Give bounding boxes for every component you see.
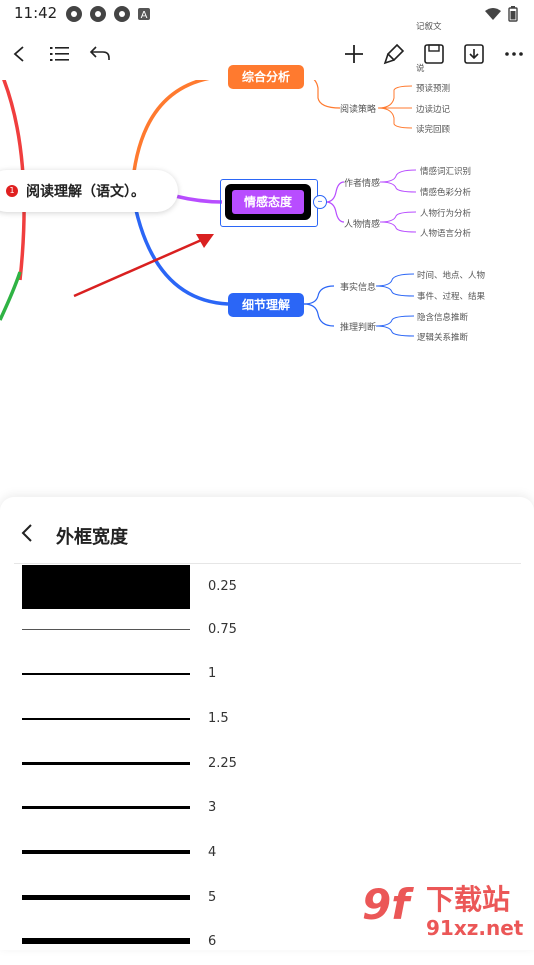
branch-node-comprehensive[interactable]: 综合分析 <box>228 65 304 89</box>
leaf-label[interactable]: 情感词汇识别 <box>420 165 471 177</box>
app-notification-icon <box>66 6 82 22</box>
width-preview <box>22 850 190 854</box>
site-watermark: 9f 下载站 91xz.net <box>360 876 530 946</box>
width-option[interactable]: 1.5 <box>0 698 534 742</box>
width-option[interactable]: 0.25 <box>0 563 534 609</box>
width-preview <box>22 895 190 900</box>
width-preview <box>22 762 190 765</box>
leaf-label[interactable]: 读完回顾 <box>416 123 450 135</box>
subnode-label[interactable]: 阅读策略 <box>340 102 376 115</box>
width-preview <box>22 673 190 675</box>
width-label: 2.25 <box>208 756 237 771</box>
outline-list-icon[interactable] <box>44 38 76 70</box>
leaf-label[interactable]: 隐含信息推断 <box>417 311 468 323</box>
sheet-title: 外框宽度 <box>56 527 128 548</box>
width-preview <box>22 718 190 720</box>
app-notification-icon <box>90 6 106 22</box>
leaf-label[interactable]: 记叙文 <box>416 20 442 32</box>
sheet-back-icon[interactable] <box>16 521 40 545</box>
branch-curve-green <box>0 271 22 321</box>
width-label: 0.25 <box>208 579 237 594</box>
leaf-label[interactable]: 情感色彩分析 <box>420 186 471 198</box>
width-label: 3 <box>208 800 217 815</box>
battery-icon <box>508 6 518 22</box>
width-preview <box>22 629 190 630</box>
status-notification-icons: A <box>66 6 150 22</box>
sheet-header: 外框宽度 <box>0 497 534 563</box>
status-right <box>484 6 518 22</box>
more-icon[interactable] <box>498 38 530 70</box>
root-label: 阅读理解（语文）。 <box>26 184 145 200</box>
subnode-label[interactable]: 推理判断 <box>340 320 376 333</box>
back-icon[interactable] <box>4 38 36 70</box>
width-preview-selected <box>22 565 190 609</box>
subnode-label[interactable]: 事实信息 <box>340 280 376 293</box>
status-time: 11:42 <box>14 4 58 22</box>
width-label: 6 <box>208 934 217 949</box>
leaf-label[interactable]: 事件、过程、结果 <box>417 290 485 302</box>
width-label: 5 <box>208 890 217 905</box>
watermark-title: 下载站 <box>426 883 511 916</box>
pointer-arrow <box>73 236 207 298</box>
wifi-icon <box>485 8 501 20</box>
leaf-label[interactable]: 逻辑关系推断 <box>417 331 468 343</box>
paint-brush-icon[interactable] <box>378 38 410 70</box>
leaf-label[interactable]: 边读边记 <box>416 103 450 115</box>
width-label: 1 <box>208 666 217 681</box>
width-option[interactable]: 1 <box>0 653 534 697</box>
root-node[interactable]: 1 阅读理解（语文）。 <box>0 170 178 212</box>
width-label: 4 <box>208 845 217 860</box>
status-bar: 11:42 A <box>0 0 534 28</box>
leaf-label[interactable]: 时间、地点、人物 <box>417 269 485 281</box>
watermark-logo: 9f <box>362 880 410 929</box>
app-notification-icon <box>114 6 130 22</box>
mindmap-canvas[interactable]: 1 阅读理解（语文）。 综合分析 阅读策略 记叙文 说 预读预测 边读边记 读完… <box>0 22 534 500</box>
leaf-label[interactable]: 人物语言分析 <box>420 227 471 239</box>
width-preview <box>22 938 190 944</box>
leaf-label[interactable]: 人物行为分析 <box>420 207 471 219</box>
undo-icon[interactable] <box>84 38 116 70</box>
subnode-label[interactable]: 人物情感 <box>344 217 380 230</box>
width-label: 0.75 <box>208 622 237 637</box>
width-option[interactable]: 4 <box>0 832 534 876</box>
leaf-label[interactable]: 预读预测 <box>416 82 450 94</box>
width-option[interactable]: 2.25 <box>0 743 534 787</box>
branch-node-detail[interactable]: 细节理解 <box>228 293 304 317</box>
width-preview <box>22 806 190 810</box>
root-badge: 1 <box>6 185 18 197</box>
collapse-button[interactable]: – <box>313 195 327 209</box>
add-icon[interactable] <box>338 38 370 70</box>
branch-node-emotion-label: 情感态度 <box>232 190 304 214</box>
letter-notification-icon: A <box>138 8 150 21</box>
download-icon[interactable] <box>458 38 490 70</box>
width-option[interactable]: 3 <box>0 787 534 831</box>
width-label: 1.5 <box>208 711 229 726</box>
subnode-label[interactable]: 作者情感 <box>344 176 380 189</box>
leaf-label[interactable]: 说 <box>416 62 425 74</box>
width-option[interactable]: 0.75 <box>0 609 534 653</box>
branch-node-emotion[interactable]: 情感态度 <box>225 184 311 220</box>
watermark-url: 91xz.net <box>426 916 524 940</box>
branch-link-2 <box>174 194 223 204</box>
